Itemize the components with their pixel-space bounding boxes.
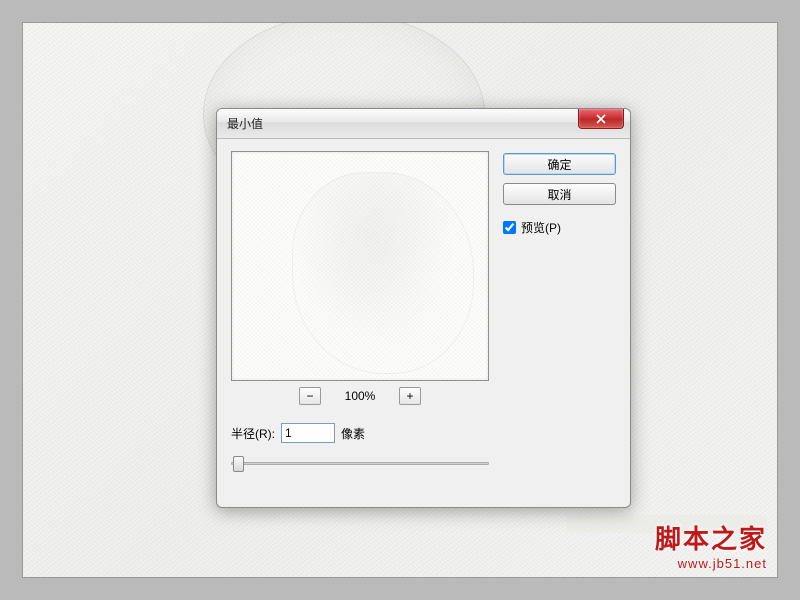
zoom-in-button[interactable]: + (399, 387, 421, 405)
dialog-titlebar[interactable]: 最小值 (217, 109, 630, 139)
cancel-button-label: 取消 (547, 186, 571, 203)
zoom-value: 100% (339, 389, 381, 403)
cancel-button[interactable]: 取消 (503, 183, 616, 205)
radius-unit: 像素 (341, 425, 365, 442)
slider-track (231, 462, 489, 465)
preview-checkbox-row[interactable]: 预览(P) (503, 219, 616, 236)
ok-button-label: 确定 (547, 156, 571, 173)
close-icon (595, 114, 607, 124)
preview-checkbox[interactable] (503, 221, 516, 234)
ok-button[interactable]: 确定 (503, 153, 616, 175)
dialog-title: 最小值 (227, 115, 263, 132)
radius-row: 半径(R): 像素 (231, 423, 489, 443)
dialog-right-column: 确定 取消 预览(P) (503, 151, 616, 473)
filter-preview[interactable] (231, 151, 489, 381)
radius-label: 半径(R): (231, 425, 275, 442)
slider-thumb[interactable] (233, 456, 244, 472)
preview-checkbox-label: 预览(P) (521, 219, 561, 236)
minus-icon: − (306, 390, 313, 403)
zoom-out-button[interactable]: − (299, 387, 321, 405)
dialog-left-column: − 100% + 半径(R): 像素 (231, 151, 489, 473)
close-button[interactable] (578, 109, 624, 129)
dialog-body: − 100% + 半径(R): 像素 确定 取消 预览(P) (217, 139, 630, 483)
radius-slider[interactable] (231, 453, 489, 473)
watermark-band (567, 515, 767, 533)
plus-icon: + (406, 390, 413, 403)
zoom-controls: − 100% + (231, 387, 489, 405)
minimum-filter-dialog: 最小值 − 100% + 半径(R): 像素 确定 取消 (216, 108, 631, 508)
radius-input[interactable] (281, 423, 335, 443)
